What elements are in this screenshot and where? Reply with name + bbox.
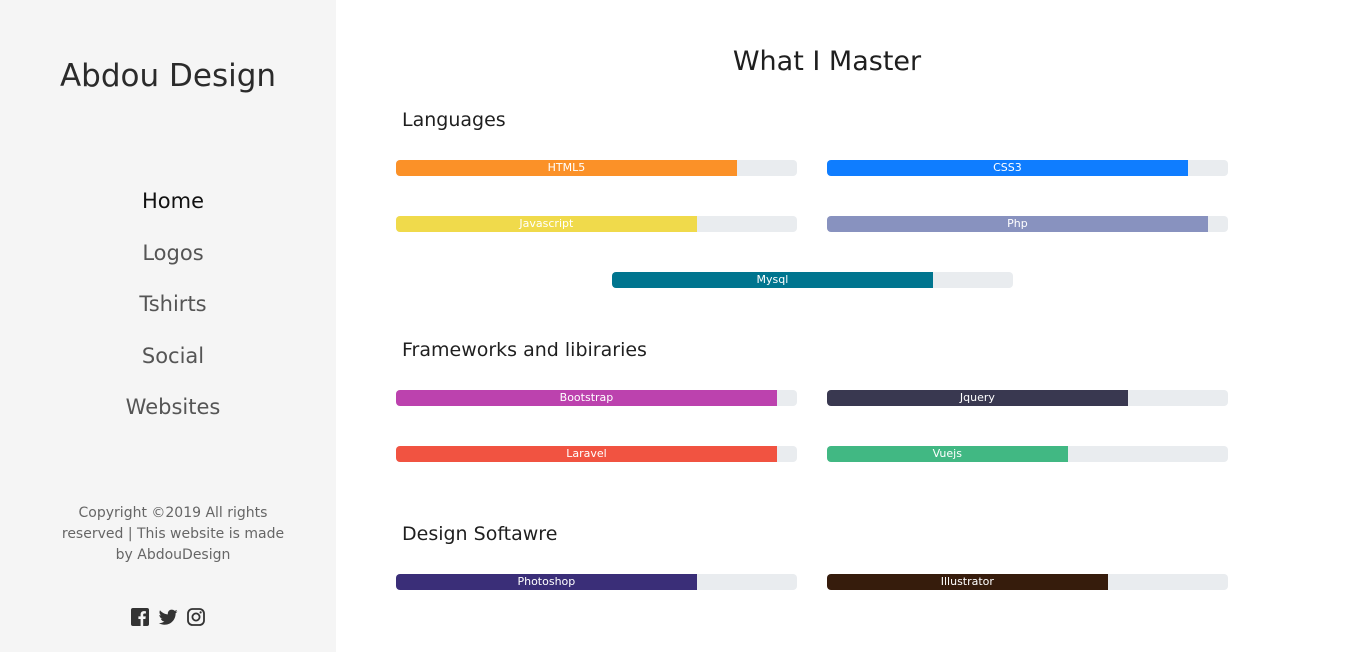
skill-bar-php: Php (827, 216, 1228, 232)
section-title-design: Design Softawre (402, 523, 558, 545)
social-links (130, 607, 206, 627)
twitter-icon[interactable] (158, 607, 178, 627)
nav-tshirts[interactable]: Tshirts (0, 288, 346, 340)
skill-fill: Laravel (396, 446, 777, 462)
skill-fill: Bootstrap (396, 390, 777, 406)
skill-fill: Illustrator (827, 574, 1108, 590)
skill-bar-jquery: Jquery (827, 390, 1228, 406)
skill-bar-mysql: Mysql (612, 272, 1013, 288)
skill-bar-html5: HTML5 (396, 160, 797, 176)
skill-fill: Jquery (827, 390, 1128, 406)
skill-fill: Mysql (612, 272, 933, 288)
sidebar-nav: Home Logos Tshirts Social Websites (0, 185, 346, 443)
instagram-icon[interactable] (186, 607, 206, 627)
nav-social[interactable]: Social (0, 340, 346, 392)
nav-websites[interactable]: Websites (0, 391, 346, 443)
skill-bar-javascript: Javascript (396, 216, 797, 232)
nav-home[interactable]: Home (0, 185, 346, 237)
skill-fill: CSS3 (827, 160, 1188, 176)
skill-fill: Javascript (396, 216, 697, 232)
facebook-icon[interactable] (130, 607, 150, 627)
skill-fill: Photoshop (396, 574, 697, 590)
page-title: What I Master (732, 46, 922, 77)
skill-bar-illustrator: Illustrator (827, 574, 1228, 590)
skill-bar-laravel: Laravel (396, 446, 797, 462)
section-title-frameworks: Frameworks and libiraries (402, 339, 647, 361)
skill-fill: HTML5 (396, 160, 737, 176)
skill-bar-bootstrap: Bootstrap (396, 390, 797, 406)
sidebar: Abdou Design Home Logos Tshirts Social W… (0, 0, 336, 652)
skill-fill: Php (827, 216, 1208, 232)
nav-logos[interactable]: Logos (0, 237, 346, 289)
skill-bar-vuejs: Vuejs (827, 446, 1228, 462)
skill-fill: Vuejs (827, 446, 1068, 462)
skill-bar-css3: CSS3 (827, 160, 1228, 176)
section-title-languages: Languages (402, 109, 506, 131)
skill-bar-photoshop: Photoshop (396, 574, 797, 590)
copyright-text: Copyright ©2019 All rights reserved | Th… (61, 505, 285, 563)
brand-logo[interactable]: Abdou Design (0, 58, 336, 94)
